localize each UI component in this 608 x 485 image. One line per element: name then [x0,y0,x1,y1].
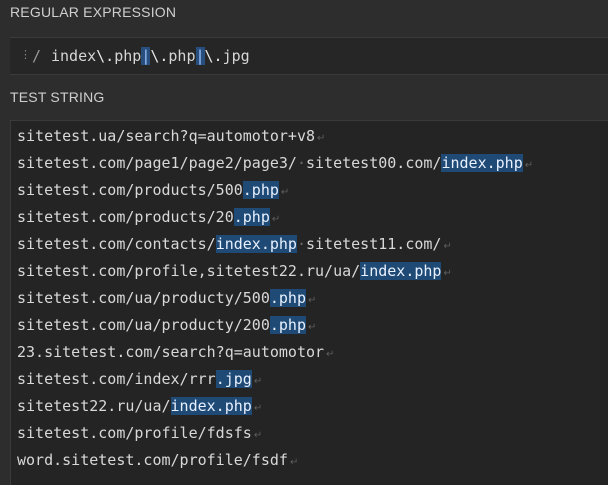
test-string-text: sitetest.com/ua/producty/200 [17,316,270,334]
test-string-line: sitetest.com/index/rrr.jpg ↵ [17,368,262,390]
return-arrow-icon: ↵ [524,160,534,171]
regex-pattern[interactable]: index\.php|\.php|\.jpg [51,47,250,65]
whitespace-marker: · [296,235,306,253]
test-string-line: sitetest.com/contacts/index.php·sitetest… [17,233,452,255]
regex-literal-token: jpg [222,47,250,65]
test-string-line: 23.sitetest.com/search?q=automotor ↵ [17,341,334,363]
test-string-line: sitetest.com/profile/fdsfs ↵ [17,422,262,444]
test-string-text: 23.sitetest.com/search?q=automotor [17,343,325,361]
regex-escape-token: \. [96,47,115,65]
regex-literal-token: php [114,47,142,65]
test-string-section-title: TEST STRING [10,89,105,105]
return-arrow-icon: ↵ [271,214,281,225]
test-string-text: sitetest.com/contacts/ [17,235,216,253]
test-string-text: sitetest.ua/search?q=automotor+v8 [17,127,316,145]
regex-match-highlight: .php [242,181,279,199]
test-string-text: word.sitetest.com/profile/fsdf [17,451,288,469]
regex-alternation-token: | [195,47,205,65]
test-string-line: sitetest22.ru/ua/index.php ↵ [17,395,262,417]
return-arrow-icon: ↵ [317,133,326,144]
whitespace-marker: · [296,154,306,172]
test-string-line: sitetest.com/products/20.php ↵ [17,206,280,228]
test-string-text: sitetest.com/index/rrr [17,370,216,388]
regex-match-highlight: .php [233,208,270,226]
test-string-text: sitetest.com/ua/producty/500 [17,289,270,307]
regex-match-highlight: index.php [360,262,442,280]
test-string-line: sitetest.com/products/500.php ↵ [17,179,289,201]
regex-literal-token: index [51,47,97,65]
regex-escape-token: \. [150,47,169,65]
test-string-line: sitetest.com/profile,sitetest22.ru/ua/in… [17,260,452,282]
test-string-text: sitetest22.ru/ua/ [17,397,171,415]
return-arrow-icon: ↵ [253,430,263,441]
test-string-text: sitetest.com/page1/page2/page3/ [17,154,297,172]
regex-literal-token: php [168,47,196,65]
regex-match-highlight: index.php [441,154,523,172]
regex-alternation-token: | [141,47,151,65]
test-string-line: sitetest.com/ua/producty/500.php ↵ [17,287,316,309]
regex-delimiter: / [32,47,42,65]
test-string-line: word.sitetest.com/profile/fsdf ↵ [17,449,298,471]
regex-match-highlight: index.php [170,397,252,415]
regex-section-title: REGULAR EXPRESSION [10,4,177,20]
test-string-line: sitetest.com/page1/page2/page3/·sitetest… [17,152,533,174]
return-arrow-icon: ↵ [308,295,317,306]
regex-escape-token: \. [204,47,223,65]
return-arrow-icon: ↵ [443,241,452,252]
regex-match-highlight: .php [269,289,306,307]
return-arrow-icon: ↵ [443,268,452,279]
return-arrow-icon: ↵ [253,376,263,387]
test-string-line: sitetest.com/ua/producty/200.php ↵ [17,314,316,336]
test-string-text: sitetest.com/products/500 [17,181,243,199]
return-arrow-icon: ↵ [326,349,335,360]
test-string-text: sitetest.com/products/20 [17,208,234,226]
test-string-text: sitetest.com/profile,sitetest22.ru/ua/ [17,262,361,280]
return-arrow-icon: ↵ [253,403,263,414]
regex-input[interactable]: ⋮ / index\.php|\.php|\.jpg [10,37,608,75]
test-string-text: sitetest.com/profile/fdsfs [17,424,252,442]
drag-handle-icon[interactable]: ⋮ [20,48,31,61]
regex-match-highlight: .jpg [215,370,252,388]
test-string-editor[interactable]: sitetest.ua/search?q=automotor+v8 ↵ sitete… [10,120,608,485]
return-arrow-icon: ↵ [289,457,299,468]
regex-match-highlight: index.php [215,235,297,253]
return-arrow-icon: ↵ [280,187,290,198]
test-string-line: sitetest.ua/search?q=automotor+v8 ↵ [17,125,325,147]
test-string-text: sitetest00.com/ [306,154,442,172]
test-string-text: sitetest11.com/ [306,235,442,253]
return-arrow-icon: ↵ [308,322,317,333]
regex-match-highlight: .php [269,316,306,334]
